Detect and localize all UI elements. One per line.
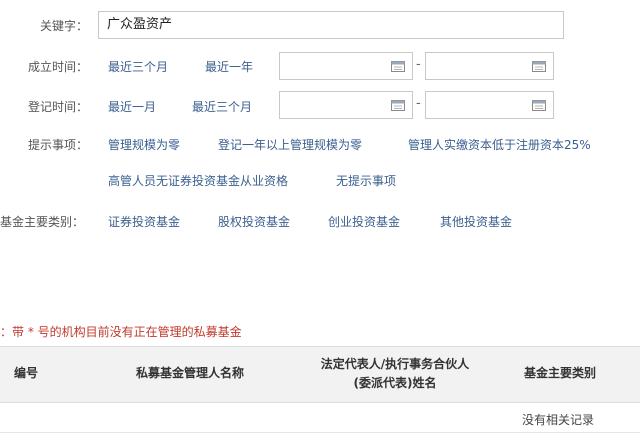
fund-type-venture[interactable]: 创业投资基金 <box>328 213 400 230</box>
notice-text: ：带 * 号的机构目前没有正在管理的私募基金 <box>0 325 242 339</box>
column-header-legal-rep: 法定代表人/执行事务合伙人 <box>320 357 470 371</box>
keyword-input[interactable]: 广众盈资产 <box>98 11 564 39</box>
calendar-icon[interactable] <box>532 60 546 72</box>
established-label: 成立时间： <box>27 60 88 74</box>
calendar-icon[interactable] <box>391 99 405 111</box>
fund-type-label: 基金主要类别： <box>0 215 85 229</box>
tips-label: 提示事项： <box>27 138 88 152</box>
established-option-1year[interactable]: 最近一年 <box>205 58 253 75</box>
calendar-icon[interactable] <box>391 60 405 72</box>
fund-type-other[interactable]: 其他投资基金 <box>440 213 512 230</box>
registered-option-3months[interactable]: 最近三个月 <box>192 98 252 115</box>
established-start-date[interactable] <box>279 52 413 80</box>
registered-date-separator: - <box>416 96 421 111</box>
column-header-legal-rep-sub: (委派代表)姓名 <box>353 376 437 390</box>
tip-registered-year-zero-scale[interactable]: 登记一年以上管理规模为零 <box>218 136 362 153</box>
calendar-icon[interactable] <box>532 99 546 111</box>
fund-type-equity[interactable]: 股权投资基金 <box>218 213 290 230</box>
keyword-label: 关键字： <box>39 19 88 33</box>
column-header-manager-name: 私募基金管理人名称 <box>135 366 244 380</box>
registered-label: 登记时间： <box>27 100 88 114</box>
tip-zero-scale[interactable]: 管理规模为零 <box>108 136 180 153</box>
established-option-3months[interactable]: 最近三个月 <box>108 58 168 75</box>
tip-no-qualification[interactable]: 高管人员无证券投资基金从业资格 <box>108 172 288 189</box>
established-end-date[interactable] <box>425 52 554 80</box>
column-header-number: 编号 <box>13 366 38 380</box>
registered-start-date[interactable] <box>279 91 413 119</box>
tip-none[interactable]: 无提示事项 <box>336 172 396 189</box>
column-header-fund-type: 基金主要类别 <box>523 366 596 380</box>
fund-type-securities[interactable]: 证券投资基金 <box>108 213 180 230</box>
established-date-separator: - <box>416 57 421 72</box>
table-bottom-divider <box>0 432 640 433</box>
registered-option-1month[interactable]: 最近一月 <box>108 98 156 115</box>
table-empty-text: 没有相关记录 <box>522 413 595 427</box>
registered-end-date[interactable] <box>425 91 554 119</box>
tip-paid-capital-low[interactable]: 管理人实缴资本低于注册资本25% <box>408 136 591 153</box>
